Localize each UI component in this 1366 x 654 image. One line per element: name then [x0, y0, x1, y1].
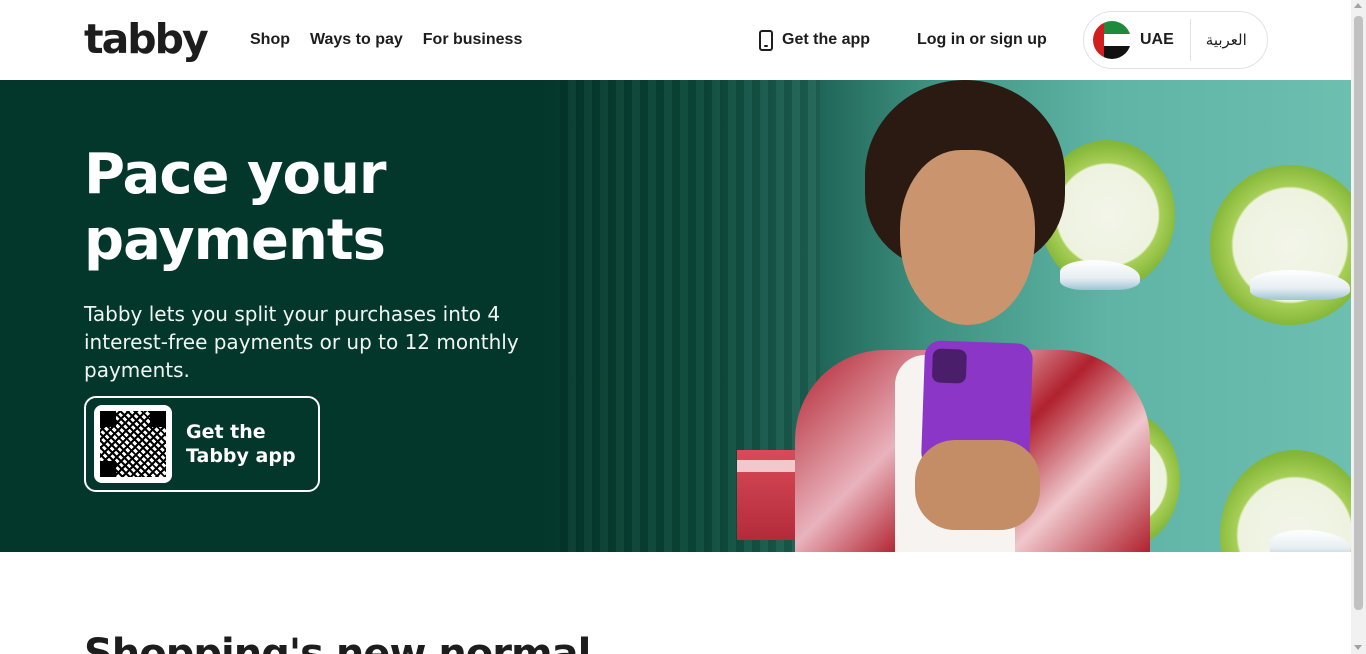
scroll-up-arrow-icon[interactable]: [1354, 3, 1362, 8]
hero-subtitle: Tabby lets you split your purchases into…: [84, 302, 519, 382]
nav-for-business[interactable]: For business: [423, 29, 523, 51]
get-tabby-app-card[interactable]: Get the Tabby app: [84, 396, 320, 492]
login-signup-link[interactable]: Log in or sign up: [917, 29, 1047, 51]
language-switch[interactable]: العربية: [1206, 31, 1247, 49]
nav-ways-to-pay[interactable]: Ways to pay: [310, 29, 403, 51]
country-label[interactable]: UAE: [1140, 31, 1174, 49]
uae-flag-icon[interactable]: [1093, 21, 1131, 59]
get-the-app-link[interactable]: Get the app: [759, 29, 870, 51]
scrollbar-thumb[interactable]: [1354, 16, 1363, 610]
section-title: Shopping's new normal: [84, 631, 591, 654]
site-header: tabby Shop Ways to pay For business Get …: [0, 0, 1351, 80]
locale-switcher: UAE العربية: [1083, 11, 1268, 69]
main-nav: Shop Ways to pay For business: [250, 29, 522, 51]
get-tabby-app-label: Get the Tabby app: [186, 421, 296, 467]
scroll-down-arrow-icon[interactable]: [1354, 645, 1362, 650]
locale-divider: [1189, 19, 1191, 61]
hero-model-image: [795, 80, 1155, 552]
get-the-app-label: Get the app: [782, 31, 871, 48]
nav-shop[interactable]: Shop: [250, 29, 290, 51]
hero-section: Pace your payments Tabby lets you split …: [0, 80, 1351, 552]
qr-code-icon: [94, 405, 172, 483]
phone-icon: [759, 29, 773, 51]
hero-title: Pace your payments: [84, 142, 386, 273]
page-scrollbar[interactable]: [1351, 0, 1366, 654]
tabby-logo[interactable]: tabby: [84, 14, 209, 64]
